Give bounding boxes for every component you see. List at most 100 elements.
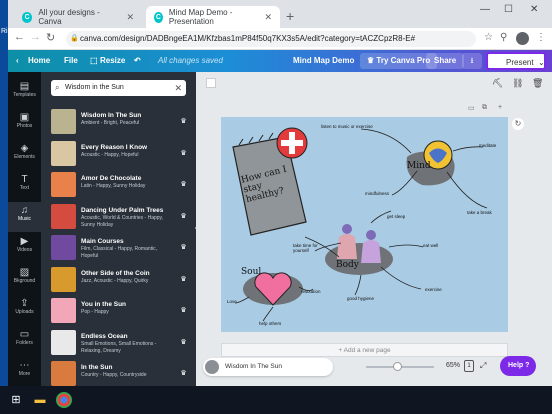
rail-item-bkground[interactable]: ▨ Bkground [8, 264, 41, 294]
add-page-icon[interactable]: + [498, 104, 502, 111]
clear-search-icon[interactable]: ✕ [174, 80, 182, 96]
profile-avatar[interactable] [516, 32, 529, 45]
pro-crown-icon: ♛ [180, 338, 187, 346]
trash-icon[interactable]: 🗑 [532, 78, 543, 89]
rail-item-elements[interactable]: ◈ Elements [8, 140, 41, 170]
chevron-down-icon[interactable]: ⌄ [538, 54, 545, 72]
chrome-menu-icon[interactable]: ⋮ [536, 32, 546, 43]
pro-crown-icon: ♛ [180, 181, 187, 188]
rail-item-uploads[interactable]: ⇪ Uploads [8, 295, 41, 325]
file-explorer-icon[interactable]: ▬ [32, 392, 48, 408]
track-item[interactable]: Other Side of the Coin Jazz, Acoustic - H… [51, 266, 191, 294]
soul-label: Soul [241, 267, 262, 277]
track-title: Amor De Chocolate [81, 175, 142, 182]
extensions-icon[interactable]: ⚲ [500, 32, 507, 43]
rail-item-folders[interactable]: ▭ Folders [8, 326, 41, 356]
close-tab-icon[interactable]: ✕ [126, 12, 134, 23]
rail-item-more[interactable]: ⋯ More [8, 357, 41, 387]
undo-icon[interactable]: ↶ [134, 56, 141, 65]
home-button[interactable]: Home [28, 56, 50, 65]
track-thumbnail [51, 203, 76, 229]
music-search-input[interactable]: ⌕ Wisdom in the Sun ✕ [51, 80, 186, 96]
help-button[interactable]: Help ? [500, 356, 536, 376]
track-title: In the Sun [81, 364, 113, 371]
track-item[interactable]: You in the Sun Pop - Happy ♛ [51, 297, 191, 325]
canva-favicon-icon: C [154, 11, 163, 23]
resize-button[interactable]: Resize [100, 56, 125, 65]
mm-label-sleep: get sleep [387, 214, 406, 219]
track-title: You in the Sun [81, 301, 127, 308]
track-item[interactable]: Every Reason I Know Acoustic - Happy, Hop… [51, 140, 191, 168]
uploads-icon: ⇪ [20, 298, 29, 309]
tab-mind-map[interactable]: C Mind Map Demo - Presentation ✕ [146, 6, 280, 28]
color-swatch[interactable] [206, 78, 216, 88]
resize-icon: ⬚ [90, 56, 98, 65]
lock-icon: 🔒 [70, 35, 79, 42]
rail-item-label: Templates [13, 92, 36, 98]
refresh-icon[interactable]: ↻ [512, 118, 524, 130]
fullscreen-icon[interactable]: ⤢ [480, 361, 486, 371]
star-icon[interactable]: ☆ [484, 32, 493, 43]
track-item[interactable]: Main Courses Film, Classical - Happy, Rom… [51, 234, 191, 262]
download-icon[interactable]: ⭳ [462, 53, 482, 69]
page-count[interactable]: 1 [464, 360, 474, 372]
folders-icon: ▭ [19, 329, 30, 340]
slide-canvas[interactable]: How can I stay healthy? Mind Body Soul l… [221, 117, 508, 332]
link-icon[interactable]: ⛓ [512, 78, 523, 89]
save-status: All changes saved [158, 56, 223, 65]
present-button[interactable]: Present ⌄ [486, 52, 546, 70]
minimize-icon[interactable]: — [480, 4, 490, 15]
tab-all-designs[interactable]: C All your designs - Canva ✕ [14, 6, 142, 28]
track-thumbnail [51, 235, 76, 260]
pro-crown-icon: ♛ [180, 212, 187, 220]
start-windows-icon[interactable]: ⊞ [8, 392, 24, 408]
track-item[interactable]: Endless Ocean Small Emotions, Small Emoti… [51, 329, 191, 357]
forward-icon[interactable]: → [30, 31, 41, 43]
pro-crown-icon: ♛ [180, 275, 187, 283]
tab-bar: C All your designs - Canva ✕ C Mind Map … [8, 0, 552, 28]
reload-icon[interactable]: ↻ [46, 31, 55, 44]
back-icon[interactable]: ← [14, 31, 25, 43]
rail-item-templates[interactable]: ▤ Templates [8, 78, 41, 108]
rail-item-videos[interactable]: ▶ Videos [8, 233, 41, 263]
mm-label-mindfulness: mindfulness [365, 191, 390, 196]
search-icon: ⌕ [55, 83, 60, 92]
rail-item-music[interactable]: ♫ Music [8, 202, 41, 232]
track-thumbnail [51, 361, 76, 386]
text-icon: T [21, 174, 28, 185]
file-menu[interactable]: File [64, 56, 78, 65]
pro-crown-icon: ♛ [180, 307, 187, 314]
zoom-slider-handle[interactable] [392, 362, 402, 371]
new-tab-icon[interactable]: + [286, 8, 294, 24]
track-item[interactable]: In the Sun Country - Happy, Countryside ♛ [51, 360, 191, 386]
home-chevron-icon: ‹ [16, 56, 19, 65]
music-panel: ⌕ Wisdom in the Sun ✕ Wisdom In The Sun A… [41, 72, 196, 386]
rail-item-label: Text [19, 185, 30, 191]
close-window-icon[interactable]: ✕ [530, 4, 538, 15]
share-button[interactable]: Share [426, 53, 465, 69]
rail-item-photos[interactable]: ▣ Photos [8, 109, 41, 139]
templates-icon: ▤ [19, 81, 30, 92]
url-field[interactable]: 🔒 canva.com/design/DADBngeEA1M/Kfzbas1mP… [66, 31, 476, 47]
body-label: Body [336, 260, 359, 270]
track-item[interactable]: Dancing Under Palm Trees Acoustic, World … [51, 203, 191, 231]
design-title[interactable]: Mind Map Demo [293, 56, 354, 65]
track-title: Dancing Under Palm Trees [81, 206, 164, 214]
mm-label-eat: eat well [423, 243, 439, 248]
duplicate-page-icon[interactable]: ⧉ [482, 104, 487, 112]
now-playing-pill[interactable]: Wisdom In The Sun [203, 358, 333, 376]
page-notes-icon[interactable]: ▭ [468, 104, 475, 112]
track-item[interactable]: Wisdom In The Sun Ambient - Bright, Peace… [51, 108, 191, 136]
maximize-icon[interactable]: ☐ [504, 4, 513, 15]
rail-item-text[interactable]: T Text [8, 171, 41, 201]
mm-label-break: take a break [467, 210, 492, 215]
zoom-level[interactable]: 65% [446, 362, 460, 369]
mm-label-hygiene: good hygiene [347, 296, 375, 301]
close-tab-icon[interactable]: ✕ [264, 12, 272, 23]
canva-toolbar: ‹ Home File ⬚ Resize ↶ All changes saved… [8, 50, 552, 72]
chrome-taskbar-icon[interactable] [56, 392, 72, 408]
track-genre: Acoustic, World & Countries - Happy, Sun… [81, 214, 164, 228]
track-item[interactable]: Amor De Chocolate Latin - Happy, Sunny Ho… [51, 171, 191, 199]
present-label: Present [506, 58, 534, 67]
format-painter-icon[interactable]: ⛏ [492, 78, 503, 89]
